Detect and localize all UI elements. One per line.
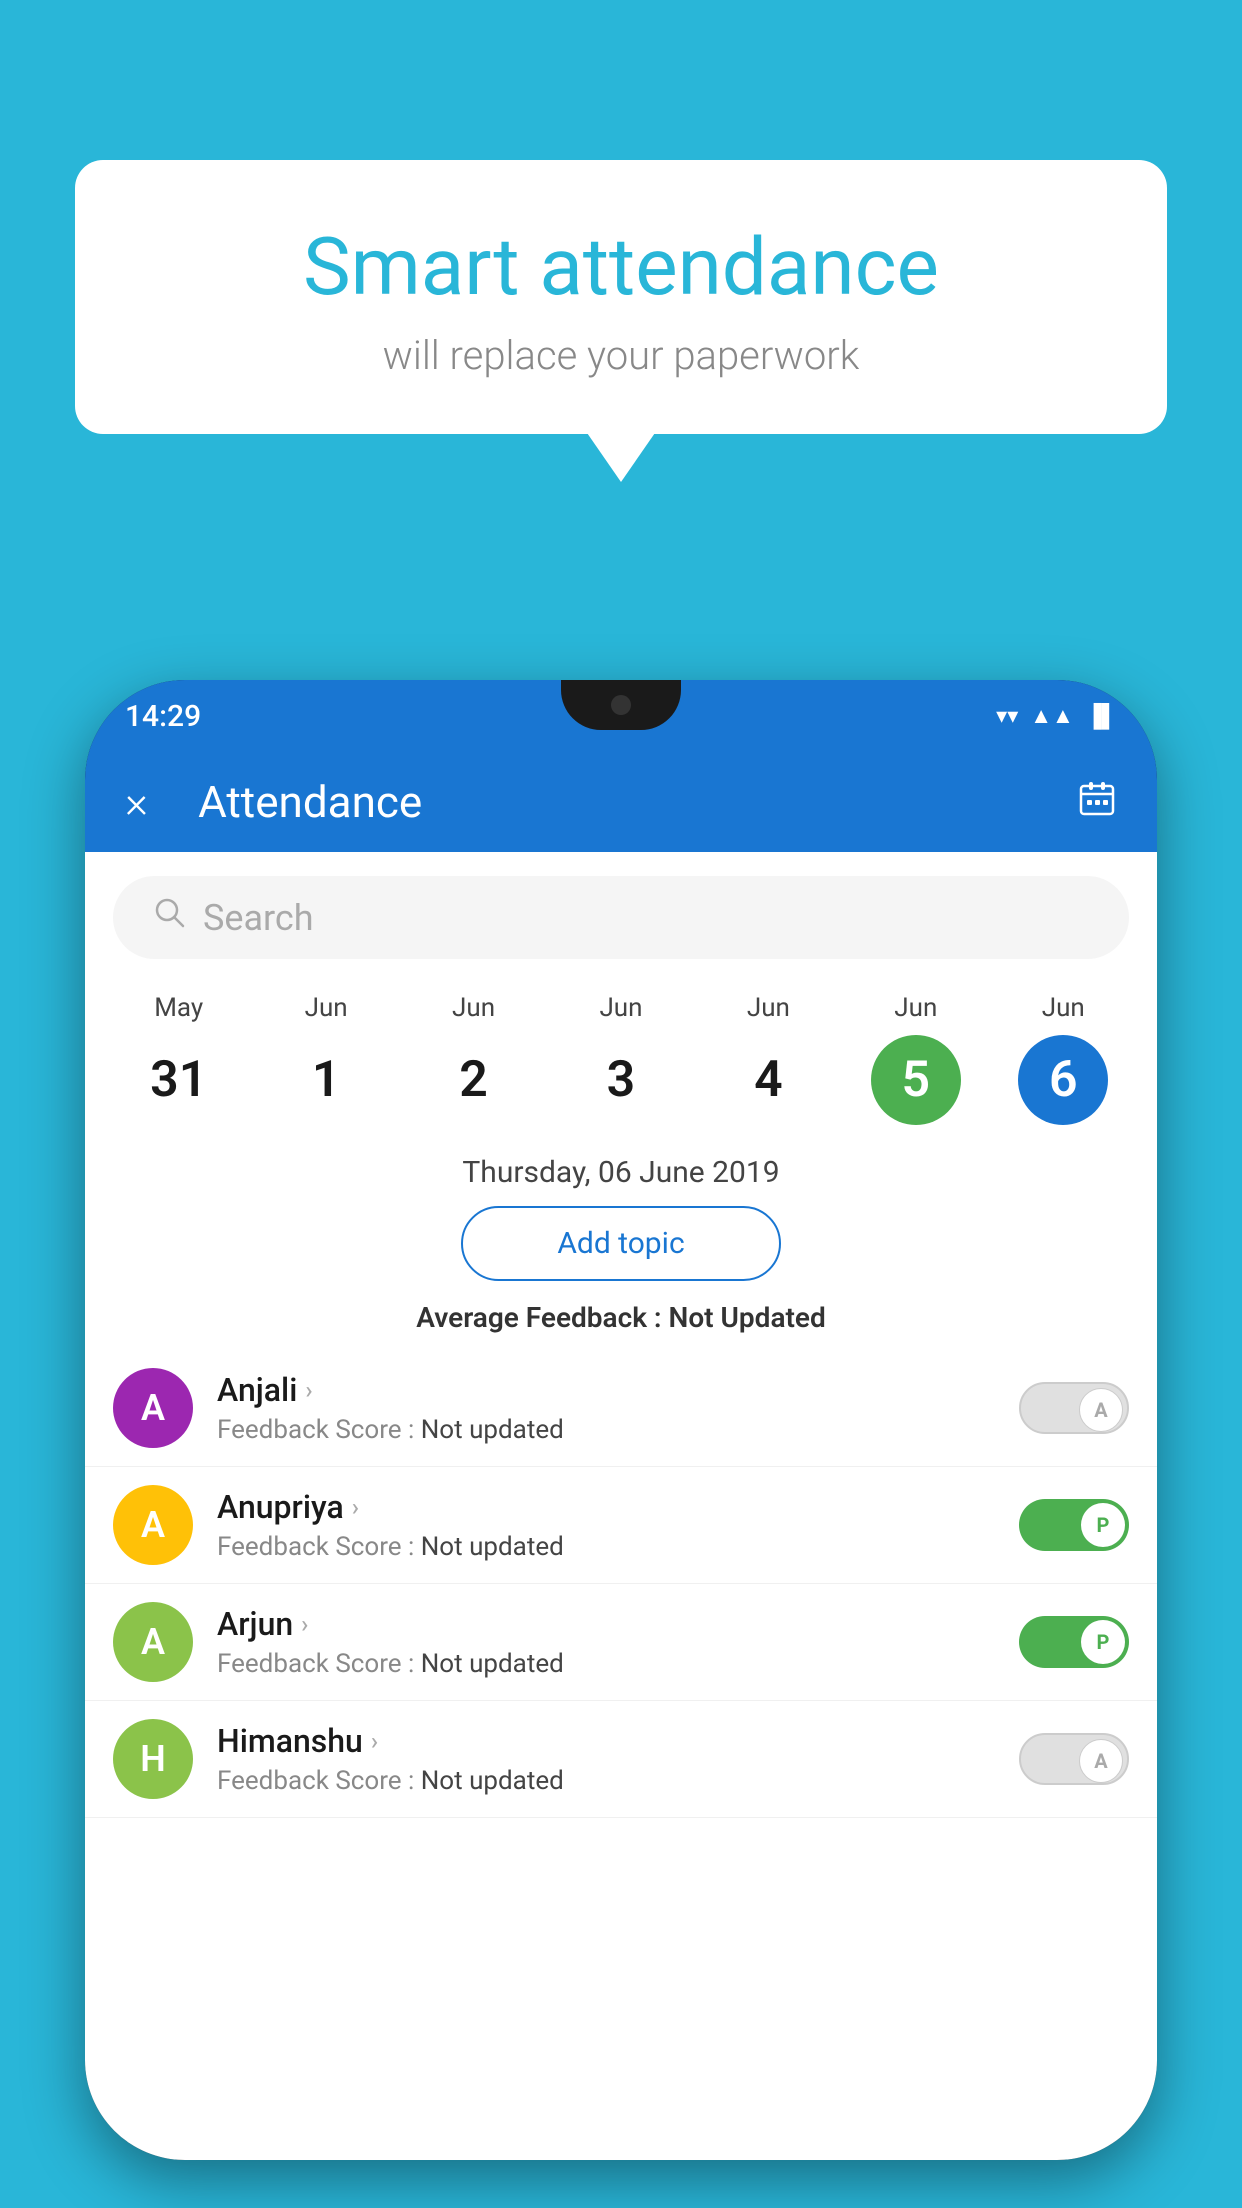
attendance-toggle-3[interactable]: A — [1019, 1733, 1129, 1785]
toggle-knob-0: A — [1079, 1388, 1123, 1432]
attendance-toggle-0[interactable]: A — [1019, 1382, 1129, 1434]
status-time: 14:29 — [125, 699, 201, 734]
search-input[interactable]: Search — [203, 897, 1089, 939]
student-feedback-3: Feedback Score : Not updated — [217, 1766, 995, 1796]
close-button[interactable]: × — [125, 776, 148, 828]
toggle-knob-2: P — [1081, 1620, 1125, 1664]
cal-month: Jun — [1042, 993, 1085, 1023]
student-item-2: A Arjun › Feedback Score : Not updated P — [85, 1584, 1157, 1701]
calendar-day-5[interactable]: Jun 5 — [842, 993, 989, 1125]
cal-month: Jun — [894, 993, 937, 1023]
average-feedback: Average Feedback : Not Updated — [85, 1301, 1157, 1334]
notch — [561, 680, 681, 730]
cal-month: Jun — [305, 993, 348, 1023]
selected-date-label: Thursday, 06 June 2019 — [85, 1145, 1157, 1206]
student-info-2: Arjun › Feedback Score : Not updated — [217, 1605, 995, 1679]
student-feedback-2: Feedback Score : Not updated — [217, 1649, 995, 1679]
cal-date: 2 — [429, 1035, 519, 1125]
chevron-icon: › — [301, 1610, 308, 1638]
calendar-day-1[interactable]: Jun 1 — [252, 993, 399, 1125]
toggle-knob-1: P — [1081, 1503, 1125, 1547]
cal-date: 3 — [576, 1035, 666, 1125]
cal-month: Jun — [747, 993, 790, 1023]
student-name-1[interactable]: Anupriya › — [217, 1488, 995, 1526]
signal-icon: ▲▲ — [1030, 703, 1074, 729]
calendar-icon[interactable] — [1077, 778, 1117, 827]
student-info-3: Himanshu › Feedback Score : Not updated — [217, 1722, 995, 1796]
student-avatar-1: A — [113, 1485, 193, 1565]
avg-feedback-label: Average Feedback : — [416, 1301, 661, 1334]
phone-frame-wrapper: 14:29 ▾▾ ▲▲ ▐▌ × Attendance — [85, 680, 1157, 2208]
student-info-0: Anjali › Feedback Score : Not updated — [217, 1371, 995, 1445]
student-avatar-0: A — [113, 1368, 193, 1448]
chevron-icon: › — [305, 1376, 312, 1404]
wifi-icon: ▾▾ — [996, 704, 1018, 729]
student-list: AAnjali ›Feedback Score : Not updatedAAA… — [85, 1350, 1157, 1818]
cal-month: Jun — [452, 993, 495, 1023]
bubble-title: Smart attendance — [125, 220, 1117, 314]
camera — [611, 695, 631, 715]
student-info-1: Anupriya › Feedback Score : Not updated — [217, 1488, 995, 1562]
student-name-0[interactable]: Anjali › — [217, 1371, 995, 1409]
student-feedback-0: Feedback Score : Not updated — [217, 1415, 995, 1445]
attendance-toggle-2[interactable]: P — [1019, 1616, 1129, 1668]
attendance-toggle-1[interactable]: P — [1019, 1499, 1129, 1551]
bubble-subtitle: will replace your paperwork — [125, 332, 1117, 379]
cal-date: 1 — [281, 1035, 371, 1125]
cal-month: Jun — [599, 993, 642, 1023]
status-bar: 14:29 ▾▾ ▲▲ ▐▌ — [85, 680, 1157, 752]
student-avatar-3: H — [113, 1719, 193, 1799]
calendar-day-0[interactable]: May 31 — [105, 993, 252, 1125]
app-bar: × Attendance — [85, 752, 1157, 852]
student-item-1: A Anupriya › Feedback Score : Not updated P — [85, 1467, 1157, 1584]
battery-icon: ▐▌ — [1086, 703, 1117, 729]
avg-feedback-value: Not Updated — [669, 1301, 826, 1334]
cal-date: 4 — [723, 1035, 813, 1125]
student-avatar-2: A — [113, 1602, 193, 1682]
phone-content: Search May 31 Jun 1 Jun 2 Jun 3 Jun 4 Jun 5 Jun 6 Thu… — [85, 852, 1157, 2160]
chevron-icon: › — [352, 1493, 359, 1521]
cal-month: May — [154, 993, 203, 1023]
calendar-day-4[interactable]: Jun 4 — [695, 993, 842, 1125]
speech-bubble: Smart attendance will replace your paper… — [75, 160, 1167, 434]
app-bar-title: Attendance — [198, 776, 1077, 828]
calendar-day-3[interactable]: Jun 3 — [547, 993, 694, 1125]
student-name-2[interactable]: Arjun › — [217, 1605, 995, 1643]
status-icons: ▾▾ ▲▲ ▐▌ — [996, 703, 1117, 729]
phone-frame: 14:29 ▾▾ ▲▲ ▐▌ × Attendance — [85, 680, 1157, 2160]
cal-date: 5 — [871, 1035, 961, 1125]
calendar-day-2[interactable]: Jun 2 — [400, 993, 547, 1125]
calendar-strip: May 31 Jun 1 Jun 2 Jun 3 Jun 4 Jun 5 Jun 6 — [85, 983, 1157, 1145]
toggle-knob-3: A — [1079, 1739, 1123, 1783]
calendar-day-6[interactable]: Jun 6 — [990, 993, 1137, 1125]
search-bar[interactable]: Search — [113, 876, 1129, 959]
chevron-icon: › — [371, 1727, 378, 1755]
student-item-3: H Himanshu › Feedback Score : Not updated A — [85, 1701, 1157, 1818]
search-icon — [153, 896, 187, 939]
student-feedback-1: Feedback Score : Not updated — [217, 1532, 995, 1562]
cal-date: 31 — [134, 1035, 224, 1125]
add-topic-button[interactable]: Add topic — [461, 1206, 781, 1281]
cal-date: 6 — [1018, 1035, 1108, 1125]
student-name-3[interactable]: Himanshu › — [217, 1722, 995, 1760]
student-item-0: A Anjali › Feedback Score : Not updated A — [85, 1350, 1157, 1467]
